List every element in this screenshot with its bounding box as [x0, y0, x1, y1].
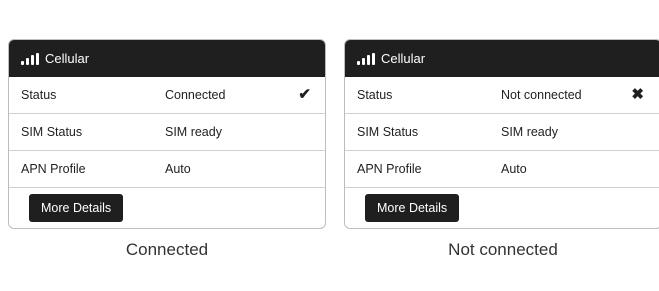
status-label: Status [357, 88, 393, 102]
status-row: Status Connected ✔ [9, 77, 325, 114]
apn-profile-label: APN Profile [357, 162, 422, 176]
sim-status-label: SIM Status [21, 125, 83, 139]
more-details-button[interactable]: More Details [29, 194, 124, 222]
cellular-card-connected: Cellular Status Connected ✔ SIM Status S… [8, 39, 326, 229]
apn-profile-value: Auto [501, 162, 527, 176]
card-header: Cellular [345, 40, 659, 77]
status-row: Status Not connected ✖ [345, 77, 659, 114]
apn-profile-row: APN Profile Auto [9, 151, 325, 188]
card-footer: More Details [345, 188, 659, 228]
apn-profile-label: APN Profile [21, 162, 86, 176]
apn-profile-value: Auto [165, 162, 191, 176]
sim-status-label: SIM Status [357, 125, 419, 139]
sim-status-value: SIM ready [501, 125, 558, 139]
card-title: Cellular [381, 51, 426, 66]
more-details-button[interactable]: More Details [365, 194, 460, 222]
checkmark-icon: ✔ [298, 86, 311, 103]
card-title: Cellular [45, 51, 90, 66]
caption-connected: Connected [125, 240, 209, 259]
apn-profile-row: APN Profile Auto [345, 151, 659, 188]
cellular-card-not-connected: Cellular Status Not connected ✖ SIM Stat… [344, 39, 659, 229]
x-mark-icon: ✖ [631, 86, 644, 103]
sim-status-row: SIM Status SIM ready [345, 114, 659, 151]
sim-status-row: SIM Status SIM ready [9, 114, 325, 151]
sim-status-value: SIM ready [165, 125, 222, 139]
card-footer: More Details [9, 188, 325, 228]
caption-not-connected: Not connected [448, 240, 558, 259]
status-value: Connected [165, 88, 226, 102]
status-label: Status [21, 88, 57, 102]
card-header: Cellular [9, 40, 325, 77]
status-value: Not connected [501, 88, 582, 102]
signal-bars-icon [357, 52, 375, 65]
signal-bars-icon [21, 52, 39, 65]
